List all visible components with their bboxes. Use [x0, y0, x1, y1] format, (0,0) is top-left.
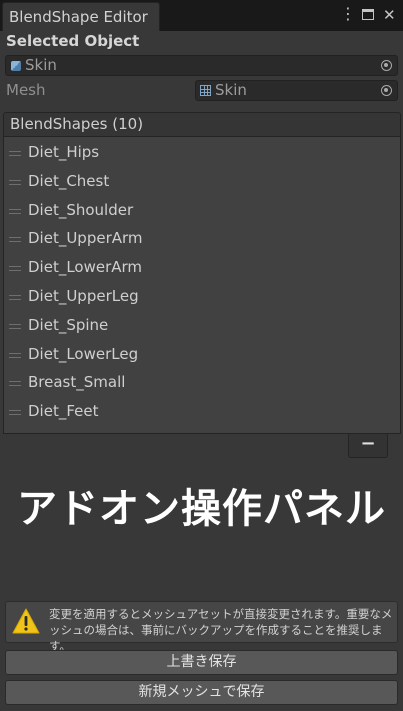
- mesh-picker-icon[interactable]: [381, 85, 392, 96]
- close-icon[interactable]: ✕: [383, 6, 397, 24]
- warning-text: 変更を適用するとメッシュアセットが直接変更されます。重要なメッシュの場合は、事前…: [49, 607, 393, 653]
- blendshape-row[interactable]: Diet_Feet: [4, 398, 400, 427]
- warning-box: 変更を適用するとメッシュアセットが直接変更されます。重要なメッシュの場合は、事前…: [5, 601, 398, 653]
- blendshape-name: Diet_Chest: [28, 171, 110, 190]
- blendshape-name: Diet_UpperLeg: [28, 287, 139, 305]
- mesh-field[interactable]: Skin: [195, 80, 398, 101]
- blendshape-row[interactable]: Diet_Shoulder: [4, 197, 400, 226]
- overwrite-save-button[interactable]: 上書き保存: [5, 650, 398, 675]
- drag-handle-icon[interactable]: [9, 266, 21, 272]
- blendshape-name: Diet_Feet: [28, 402, 99, 421]
- drag-handle-icon[interactable]: [9, 208, 21, 214]
- blendshape-row[interactable]: Diet_Spine: [4, 312, 400, 341]
- drag-handle-icon[interactable]: [9, 323, 21, 329]
- blendshape-name: Diet_LowerArm: [28, 258, 143, 277]
- tab-bar: BlendShape Editor ⋮ ✕: [0, 0, 403, 31]
- blendshape-name: Diet_LowerLeg: [28, 344, 139, 363]
- drag-handle-icon[interactable]: [9, 410, 21, 416]
- blendshape-name: Diet_Spine: [28, 315, 109, 334]
- addon-panel-title: アドオン操作パネル: [17, 486, 386, 532]
- remove-item-button[interactable]: −: [348, 434, 388, 458]
- drag-handle-icon[interactable]: [9, 179, 21, 185]
- blendshape-row[interactable]: Diet_LowerArm: [4, 254, 400, 283]
- blendshape-row[interactable]: Diet_LowerLeg: [4, 341, 400, 370]
- mesh-label: Mesh: [6, 81, 46, 99]
- blendshapes-header[interactable]: BlendShapes (10): [3, 112, 401, 137]
- blendshape-name: Diet_Shoulder: [28, 200, 134, 219]
- warning-icon: [12, 608, 40, 634]
- blendshape-row[interactable]: Diet_Chest: [4, 168, 400, 197]
- object-picker-icon[interactable]: [381, 60, 392, 71]
- save-new-mesh-button[interactable]: 新規メッシュで保存: [5, 680, 398, 705]
- blendshape-row[interactable]: Diet_Hips: [4, 139, 400, 168]
- drag-handle-icon[interactable]: [9, 295, 21, 300]
- maximize-icon[interactable]: [362, 9, 374, 20]
- drag-handle-icon[interactable]: [9, 381, 21, 387]
- more-options-icon[interactable]: ⋮: [340, 6, 356, 24]
- drag-handle-icon[interactable]: [9, 237, 21, 243]
- blendshapes-list: Diet_Hips Diet_Chest Diet_Shoulder Diet_Upp…: [3, 137, 401, 434]
- blendshape-row[interactable]: Diet_UpperLeg: [4, 283, 400, 312]
- blendshape-row[interactable]: Breast_Small: [4, 369, 400, 398]
- mesh-icon: [200, 85, 211, 96]
- blendshape-name: Diet_Hips: [28, 143, 100, 161]
- tab-blendshape-editor[interactable]: BlendShape Editor: [2, 2, 160, 31]
- gameobject-icon: [11, 61, 21, 71]
- drag-handle-icon[interactable]: [9, 151, 21, 156]
- section-title: Selected Object: [6, 32, 140, 50]
- blendshape-row[interactable]: Diet_UpperArm: [4, 225, 400, 254]
- blendshape-name: Breast_Small: [28, 373, 126, 392]
- drag-handle-icon[interactable]: [9, 352, 21, 358]
- blendshape-name: Diet_UpperArm: [28, 229, 143, 248]
- selected-object-field[interactable]: Skin: [5, 55, 398, 76]
